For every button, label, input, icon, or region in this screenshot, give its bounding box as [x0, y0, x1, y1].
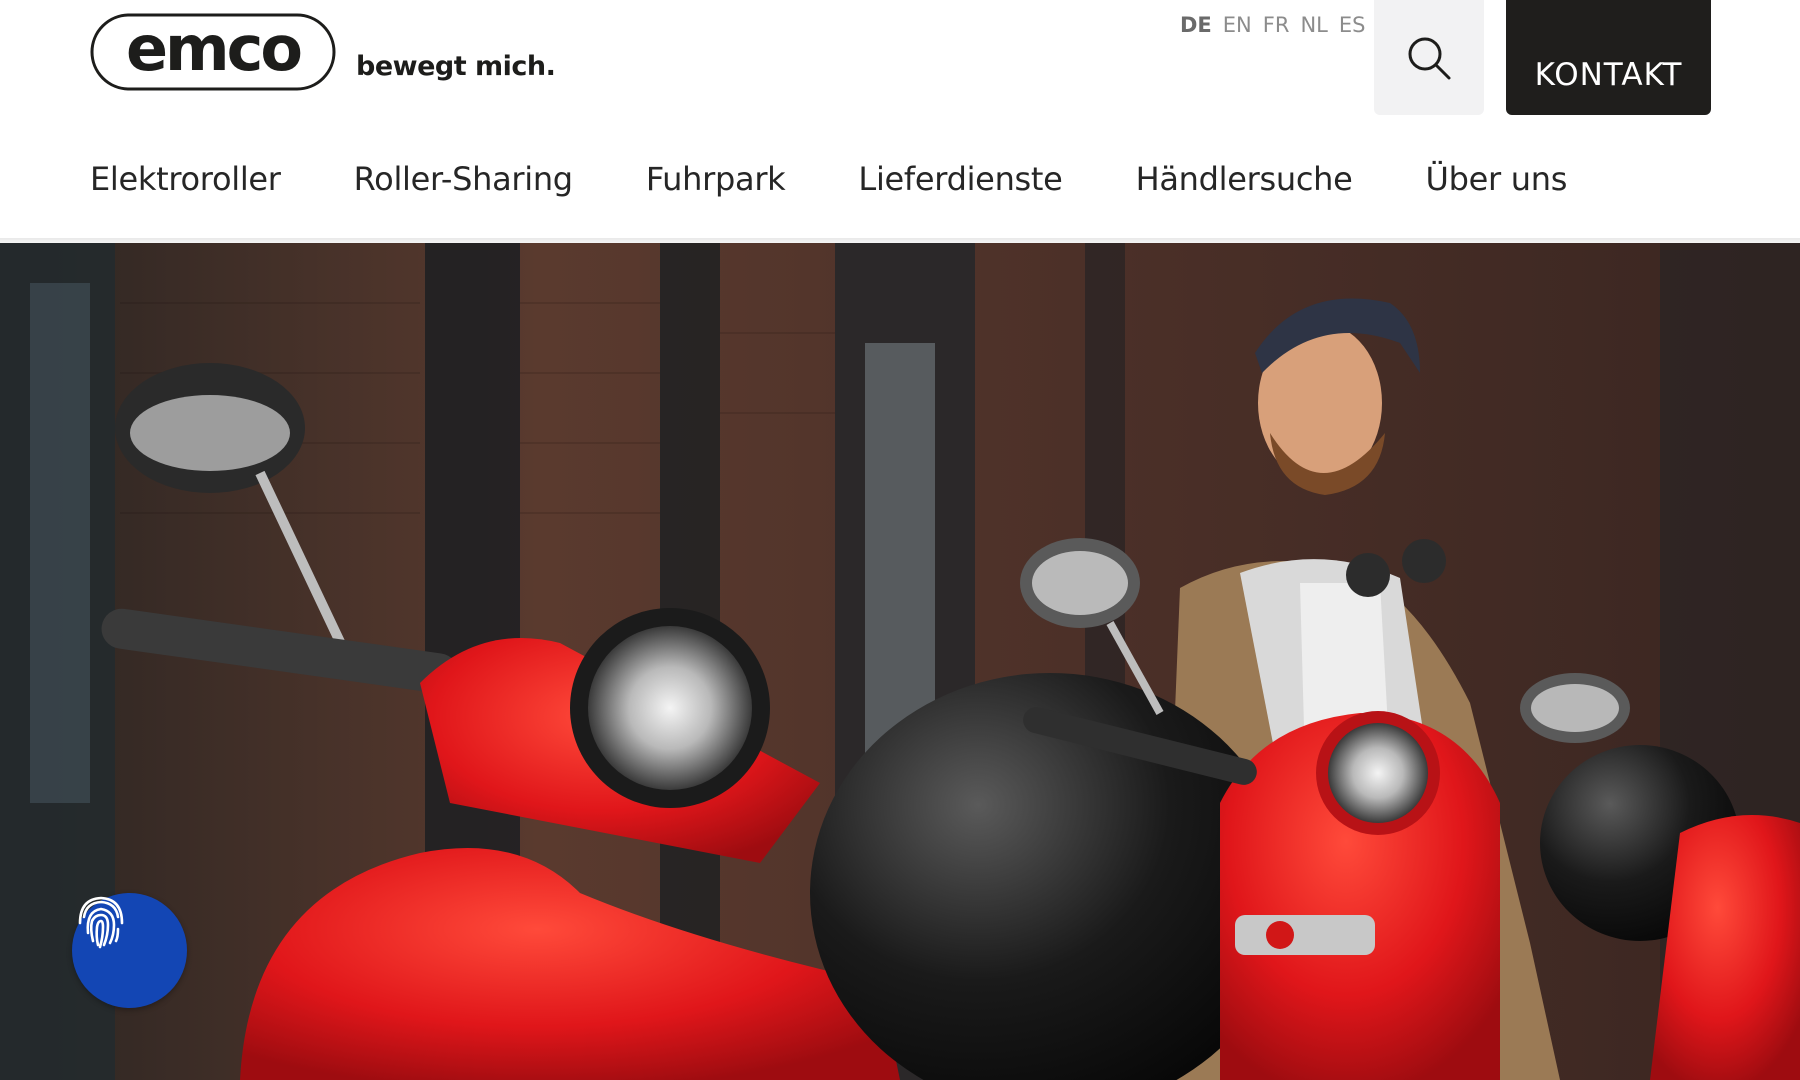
main-nav: Elektroroller Roller-Sharing Fuhrpark Li… [90, 160, 1640, 198]
search-icon [1408, 37, 1451, 79]
privacy-settings-button[interactable] [72, 893, 187, 1008]
lang-es[interactable]: ES [1339, 13, 1366, 37]
lang-en[interactable]: EN [1223, 13, 1252, 37]
hero-photo [0, 243, 1800, 1080]
lang-fr[interactable]: FR [1263, 13, 1290, 37]
language-switcher: DE EN FR NL ES [1180, 13, 1365, 37]
lang-nl[interactable]: NL [1300, 13, 1327, 37]
nav-item-haendlersuche[interactable]: Händlersuche [1136, 160, 1353, 198]
logo-wordmark: emco [126, 12, 303, 85]
nav-item-roller-sharing[interactable]: Roller-Sharing [354, 160, 573, 198]
nav-item-fuhrpark[interactable]: Fuhrpark [646, 160, 786, 198]
nav-item-ueber-uns[interactable]: Über uns [1425, 160, 1567, 198]
fingerprint-icon [78, 896, 124, 949]
emco-logo[interactable]: emco [90, 12, 336, 92]
nav-item-elektroroller[interactable]: Elektroroller [90, 160, 281, 198]
kontakt-button[interactable]: KONTAKT [1506, 0, 1711, 115]
hero-image [0, 243, 1800, 1080]
lang-de[interactable]: DE [1180, 13, 1212, 37]
tagline: bewegt mich. [356, 51, 556, 82]
search-button[interactable] [1374, 0, 1484, 115]
nav-item-lieferdienste[interactable]: Lieferdienste [858, 160, 1062, 198]
site-header: emco bewegt mich. DE EN FR NL ES KONTAKT… [0, 0, 1800, 244]
